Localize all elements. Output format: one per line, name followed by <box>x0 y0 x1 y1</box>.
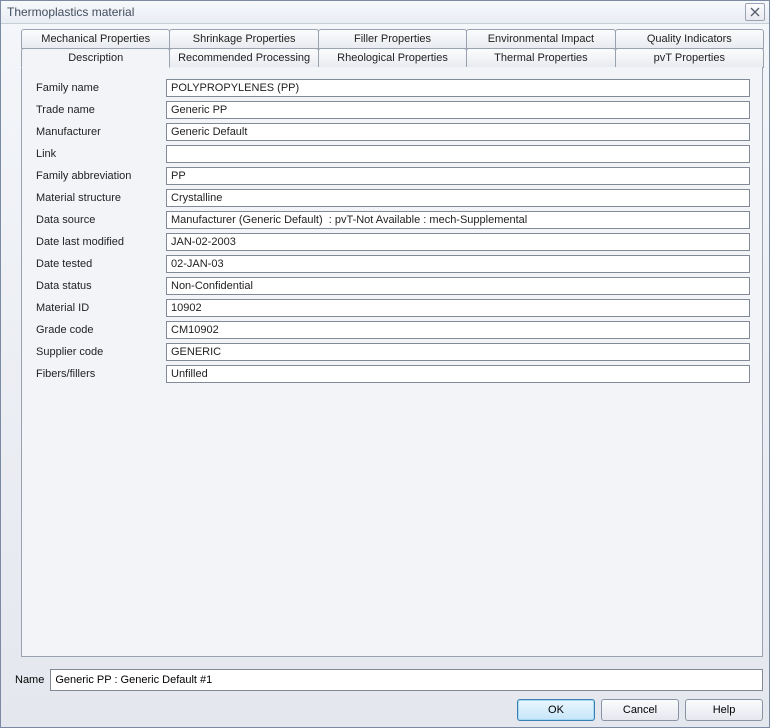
button-row: OK Cancel Help <box>7 699 763 721</box>
tab-quality-indicators[interactable]: Quality Indicators <box>615 29 764 49</box>
field-row-family-abbreviation: Family abbreviation <box>34 165 750 187</box>
field-row-material-structure: Material structure <box>34 187 750 209</box>
field-input-date-last-modified[interactable] <box>166 233 750 251</box>
tab-rheological-properties[interactable]: Rheological Properties <box>318 48 467 68</box>
field-row-trade-name: Trade name <box>34 99 750 121</box>
field-label-family-name: Family name <box>34 82 166 94</box>
close-icon <box>750 7 760 17</box>
field-label-manufacturer: Manufacturer <box>34 126 166 138</box>
field-row-grade-code: Grade code <box>34 319 750 341</box>
field-label-material-id: Material ID <box>34 302 166 314</box>
field-label-grade-code: Grade code <box>34 324 166 336</box>
field-input-grade-code[interactable] <box>166 321 750 339</box>
field-row-link: Link <box>34 143 750 165</box>
tab-thermal-properties[interactable]: Thermal Properties <box>466 48 615 68</box>
tab-shrinkage-properties[interactable]: Shrinkage Properties <box>169 29 318 49</box>
tab-row-lower: DescriptionRecommended ProcessingRheolog… <box>21 48 763 68</box>
tab-mechanical-properties[interactable]: Mechanical Properties <box>21 29 170 49</box>
field-row-date-last-modified: Date last modified <box>34 231 750 253</box>
name-label: Name <box>7 674 50 686</box>
window-title: Thermoplastics material <box>7 5 745 19</box>
field-input-fibers-fillers[interactable] <box>166 365 750 383</box>
field-label-link: Link <box>34 148 166 160</box>
field-input-material-id[interactable] <box>166 299 750 317</box>
tab-description[interactable]: Description <box>21 48 170 68</box>
field-input-supplier-code[interactable] <box>166 343 750 361</box>
field-input-link[interactable] <box>166 145 750 163</box>
ok-button[interactable]: OK <box>517 699 595 721</box>
field-row-fibers-fillers: Fibers/fillers <box>34 363 750 385</box>
tab-page-description: Family name Trade name Manufacturer Link Fam… <box>21 67 763 657</box>
tab-recommended-processing[interactable]: Recommended Processing <box>169 48 318 68</box>
field-label-trade-name: Trade name <box>34 104 166 116</box>
dialog-footer: Name OK Cancel Help <box>7 669 763 721</box>
titlebar: Thermoplastics material <box>1 1 769 24</box>
field-label-date-last-modified: Date last modified <box>34 236 166 248</box>
dialog-window: Thermoplastics material Mechanical Prope… <box>0 0 770 728</box>
name-row: Name <box>7 669 763 691</box>
field-row-date-tested: Date tested <box>34 253 750 275</box>
tab-row-upper: Mechanical PropertiesShrinkage Propertie… <box>21 29 763 49</box>
help-button[interactable]: Help <box>685 699 763 721</box>
field-label-data-status: Data status <box>34 280 166 292</box>
cancel-button[interactable]: Cancel <box>601 699 679 721</box>
field-input-manufacturer[interactable] <box>166 123 750 141</box>
field-label-supplier-code: Supplier code <box>34 346 166 358</box>
field-label-family-abbreviation: Family abbreviation <box>34 170 166 182</box>
field-label-date-tested: Date tested <box>34 258 166 270</box>
client-area: Mechanical PropertiesShrinkage Propertie… <box>1 23 769 727</box>
field-row-material-id: Material ID <box>34 297 750 319</box>
field-input-material-structure[interactable] <box>166 189 750 207</box>
field-row-supplier-code: Supplier code <box>34 341 750 363</box>
field-label-fibers-fillers: Fibers/fillers <box>34 368 166 380</box>
field-input-date-tested[interactable] <box>166 255 750 273</box>
field-label-material-structure: Material structure <box>34 192 166 204</box>
field-row-manufacturer: Manufacturer <box>34 121 750 143</box>
tab-environmental-impact[interactable]: Environmental Impact <box>466 29 615 49</box>
field-input-family-abbreviation[interactable] <box>166 167 750 185</box>
field-input-trade-name[interactable] <box>166 101 750 119</box>
close-button[interactable] <box>745 3 765 21</box>
field-label-data-source: Data source <box>34 214 166 226</box>
name-input[interactable] <box>50 669 763 691</box>
tab-pvt-properties[interactable]: pvT Properties <box>615 48 764 68</box>
field-input-family-name[interactable] <box>166 79 750 97</box>
field-row-data-status: Data status <box>34 275 750 297</box>
field-row-family-name: Family name <box>34 77 750 99</box>
field-input-data-source[interactable] <box>166 211 750 229</box>
field-input-data-status[interactable] <box>166 277 750 295</box>
tab-filler-properties[interactable]: Filler Properties <box>318 29 467 49</box>
field-row-data-source: Data source <box>34 209 750 231</box>
